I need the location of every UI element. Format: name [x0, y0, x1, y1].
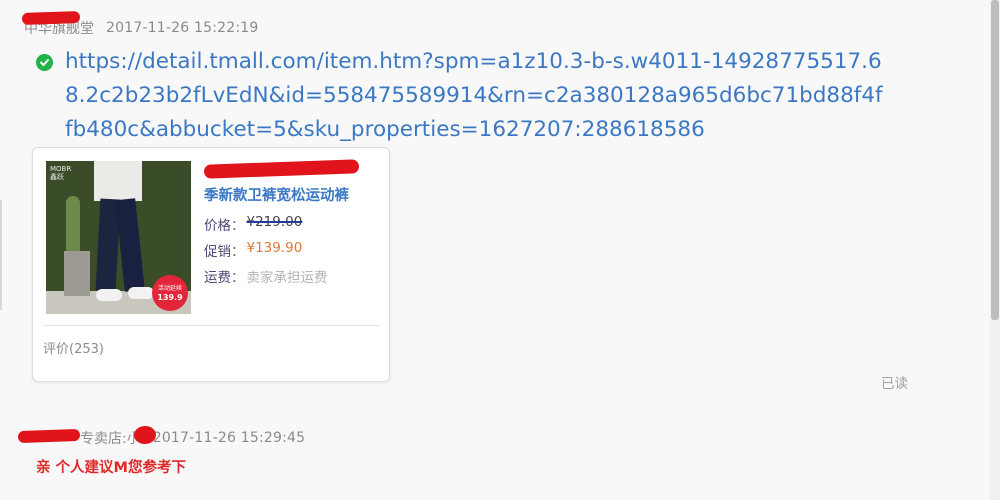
price-row: 价格： ¥219.00 — [204, 214, 303, 234]
price-label: 价格 — [204, 218, 231, 234]
scrollbar-thumb[interactable] — [991, 0, 999, 320]
message-header: 专卖店:小 2017-11-26 15:29:45 — [17, 425, 306, 448]
shipping-row: 运费： 卖家承担运费 — [204, 266, 328, 286]
product-title[interactable]: 季新款卫裤宽松运动裤 — [204, 184, 379, 208]
card-divider — [43, 325, 379, 326]
product-link[interactable]: https://detail.tmall.com/item.htm?spm=a1… — [65, 45, 885, 147]
read-status: 已读 — [881, 376, 908, 392]
promo-badge-label: 活动延续 — [157, 285, 182, 292]
product-title-block[interactable]: 季新款卫裤宽松运动裤 — [203, 159, 379, 208]
left-border — [0, 200, 2, 310]
original-price: ¥219.00 — [246, 214, 303, 230]
scrollbar[interactable] — [990, 0, 1000, 500]
check-circle-icon — [36, 54, 53, 71]
promo-label: 促销 — [204, 244, 231, 260]
product-card[interactable]: MOBR 鑫跃 活动延续 139.9 季新款卫裤宽松运动裤 价格： ¥219.0… — [32, 147, 390, 382]
promo-badge: 活动延续 139.9 — [152, 275, 188, 311]
shipping-value: 卖家承担运费 — [246, 270, 328, 286]
message-text: 亲 个人建议M您参考下 — [36, 460, 186, 476]
message-link-row: https://detail.tmall.com/item.htm?spm=a1… — [36, 45, 886, 147]
thumb-brand-logo: MOBR 鑫跃 — [50, 165, 72, 181]
reviews-link[interactable]: 评价(253) — [43, 338, 104, 357]
product-thumbnail[interactable]: MOBR 鑫跃 活动延续 139.9 — [46, 161, 191, 314]
promo-row: 促销： ¥139.90 — [204, 240, 303, 260]
message-header: 中华旗舰堂 2017-11-26 15:22:19 — [21, 10, 259, 38]
message-timestamp: 2017-11-26 15:29:45 — [152, 430, 306, 446]
sender-name: 专卖店:小 — [17, 425, 157, 448]
message-timestamp: 2017-11-26 15:22:19 — [106, 20, 259, 36]
redaction-mark — [17, 428, 81, 444]
shipping-label: 运费 — [204, 270, 231, 286]
sender-name-text: 专卖店:小 — [80, 431, 141, 447]
sender-name: 中华旗舰堂 — [21, 10, 94, 38]
redaction-mark — [21, 10, 81, 26]
chat-window: 中华旗舰堂 2017-11-26 15:22:19 https://detail… — [0, 0, 1000, 500]
promo-price: ¥139.90 — [246, 240, 303, 256]
promo-badge-price: 139.9 — [157, 293, 183, 302]
